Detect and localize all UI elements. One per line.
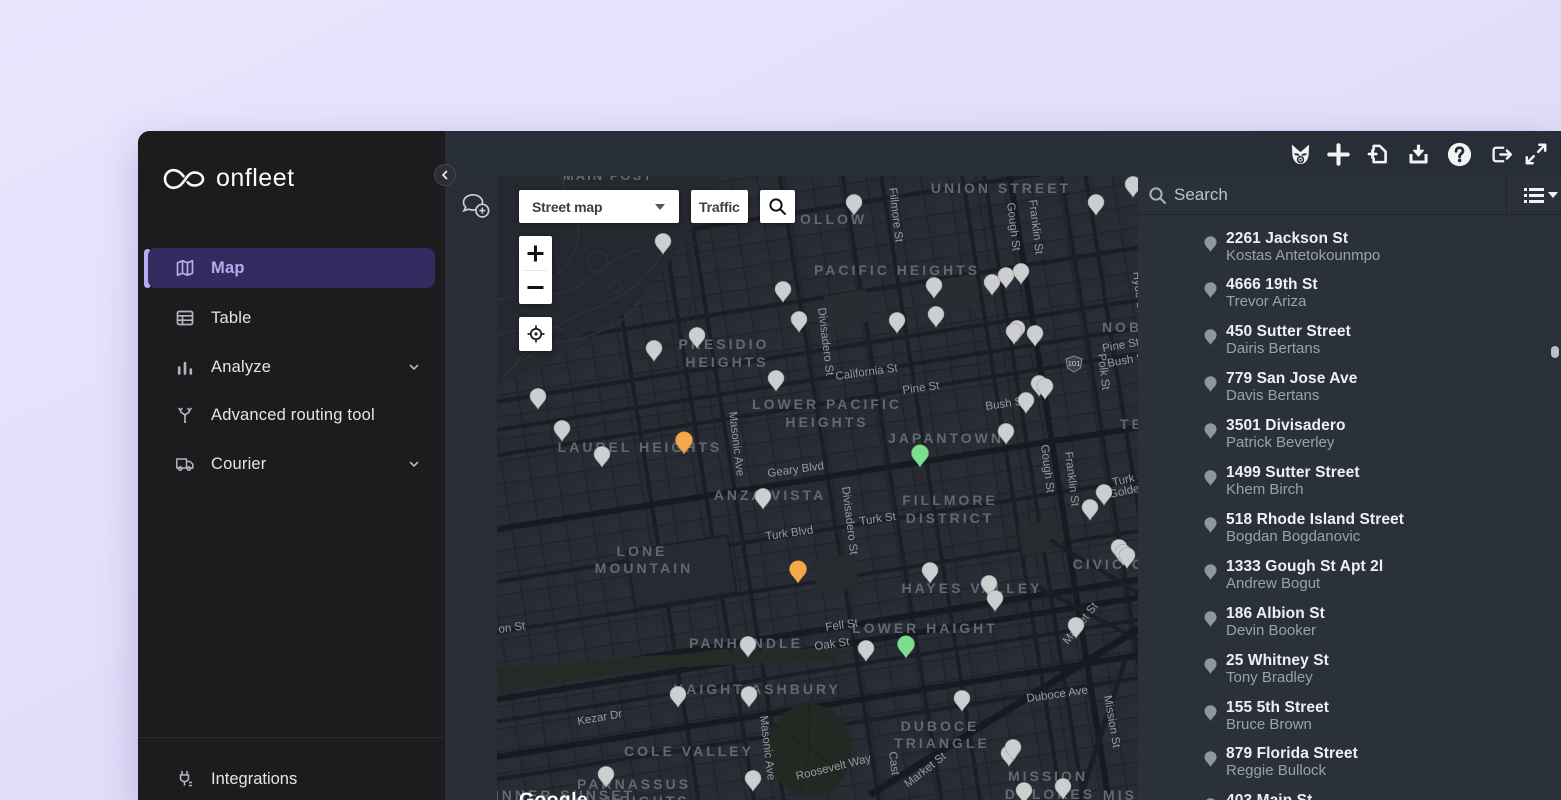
- svg-text:MOUNTAIN: MOUNTAIN: [595, 560, 693, 576]
- svg-text:HAYES VALLEY: HAYES VALLEY: [901, 580, 1042, 596]
- svg-text:COLE VALLEY: COLE VALLEY: [624, 743, 754, 759]
- svg-text:HEIGHTS: HEIGHTS: [685, 354, 768, 370]
- svg-text:FILLMORE: FILLMORE: [902, 492, 998, 508]
- svg-text:DUBOCE: DUBOCE: [901, 718, 980, 734]
- svg-text:UNION STREET: UNION STREET: [931, 180, 1071, 196]
- svg-text:LOWER HAIGHT: LOWER HAIGHT: [852, 620, 998, 636]
- svg-text:DISTRICT: DISTRICT: [906, 510, 995, 526]
- svg-text:PACIFIC HEIGHTS: PACIFIC HEIGHTS: [814, 262, 980, 278]
- svg-text:MISSION: MISSION: [1008, 768, 1088, 784]
- svg-text:LONE: LONE: [617, 543, 668, 559]
- svg-text:TRIANGLE: TRIANGLE: [894, 735, 990, 751]
- svg-text:MAIN POST: MAIN POST: [563, 176, 653, 183]
- svg-text:Google: Google: [519, 789, 588, 800]
- svg-text:LAUREL HEIGHTS: LAUREL HEIGHTS: [558, 439, 723, 455]
- svg-text:MIS: MIS: [1103, 787, 1137, 800]
- svg-text:JAPANTOWN: JAPANTOWN: [888, 430, 1004, 446]
- svg-text:OLLOW: OLLOW: [800, 211, 867, 227]
- svg-text:101: 101: [1068, 359, 1081, 368]
- svg-text:NOB: NOB: [1102, 319, 1138, 335]
- svg-text:HEIGHTS: HEIGHTS: [785, 414, 868, 430]
- svg-text:TE: TE: [1120, 416, 1138, 432]
- svg-text:LOWER PACIFIC: LOWER PACIFIC: [752, 396, 902, 412]
